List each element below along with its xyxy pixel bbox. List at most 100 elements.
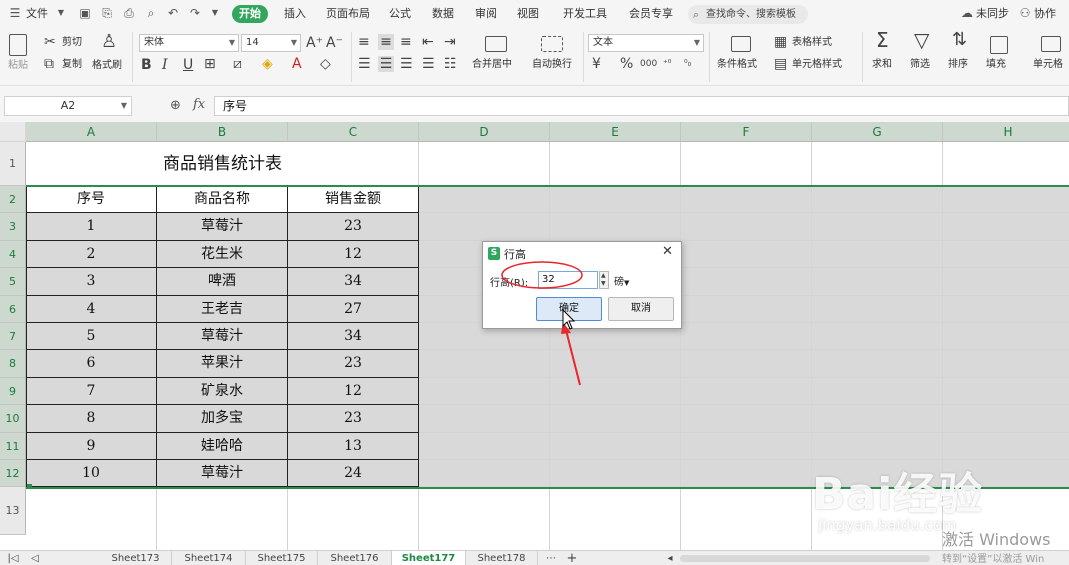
fx-icon[interactable]: fx (193, 97, 205, 112)
col-header-f[interactable]: F (681, 122, 812, 142)
sync-status[interactable]: 未同步 (976, 6, 1009, 22)
cut-button[interactable]: 剪切 (62, 36, 82, 50)
cell-b4[interactable]: 花生米 (157, 241, 288, 268)
print-icon[interactable]: ⎙ (122, 6, 136, 20)
align-middle-icon[interactable]: ≡ (378, 34, 394, 50)
col-header-b[interactable]: B (157, 122, 288, 142)
cell-h11[interactable] (943, 433, 1069, 460)
cell-g4[interactable] (812, 241, 943, 268)
font-size-select[interactable]: 14 ▼ (241, 34, 301, 52)
spin-up-icon[interactable]: ▲ (601, 272, 606, 279)
cell-e10[interactable] (550, 405, 681, 433)
cell-g11[interactable] (812, 433, 943, 460)
cell-d13[interactable] (419, 487, 550, 550)
fill-style-icon[interactable]: ⧄ (233, 56, 242, 72)
cell-style-icon[interactable]: ▤ (774, 56, 787, 72)
cell-a2[interactable]: 序号 (26, 186, 157, 213)
cell-d11[interactable] (419, 433, 550, 460)
hscroll-left-icon[interactable]: ◂ (664, 551, 676, 565)
sum-button[interactable]: 求和 (872, 58, 892, 72)
cell-g5[interactable] (812, 268, 943, 296)
cell-a9[interactable]: 7 (26, 378, 157, 405)
percent-icon[interactable]: % (620, 56, 633, 72)
ok-button[interactable]: 确定 (536, 297, 602, 321)
cell-e8[interactable] (550, 350, 681, 378)
unit-select[interactable]: 磅▼ (614, 273, 629, 288)
copy-icon[interactable]: ⧉ (44, 56, 54, 72)
row-header-8[interactable]: 8 (0, 350, 26, 378)
col-header-d[interactable]: D (419, 122, 550, 142)
cell-e3[interactable] (550, 213, 681, 241)
cell-b10[interactable]: 加多宝 (157, 405, 288, 433)
increase-decimal-icon[interactable]: ⁺⁰ (663, 56, 671, 72)
cell-a4[interactable]: 2 (26, 241, 157, 268)
file-menu[interactable]: 文件 (26, 6, 48, 22)
cell-a8[interactable]: 6 (26, 350, 157, 378)
row-header-5[interactable]: 5 (0, 268, 26, 296)
cell-a10[interactable]: 8 (26, 405, 157, 433)
cell-e1[interactable] (550, 142, 681, 186)
cell-a13[interactable] (26, 487, 157, 550)
spin-down-icon[interactable]: ▼ (601, 280, 606, 287)
cell-style-button[interactable]: 单元格样式 (792, 58, 842, 72)
cell-c8[interactable]: 23 (288, 350, 419, 378)
cell-g9[interactable] (812, 378, 943, 405)
scissors-icon[interactable]: ✂ (44, 34, 56, 50)
filter-icon[interactable]: ▽ (914, 30, 929, 50)
align-top-icon[interactable]: ≡ (358, 34, 370, 50)
sheet-tab[interactable]: Sheet174 (172, 551, 246, 565)
tab-insert[interactable]: 插入 (284, 6, 306, 22)
cell-a12[interactable]: 10 (26, 460, 157, 487)
cell-d8[interactable] (419, 350, 550, 378)
cell-c2[interactable]: 销售金额 (288, 186, 419, 213)
cell-b11[interactable]: 娃哈哈 (157, 433, 288, 460)
cell-f5[interactable] (681, 268, 812, 296)
chevron-down-icon[interactable]: ▼ (54, 6, 68, 20)
cell-d1[interactable] (419, 142, 550, 186)
cell-h9[interactable] (943, 378, 1069, 405)
cell-h7[interactable] (943, 323, 1069, 350)
tab-home[interactable]: 开始 (232, 5, 268, 23)
tab-review[interactable]: 审阅 (475, 6, 497, 22)
cell-h5[interactable] (943, 268, 1069, 296)
tab-page-layout[interactable]: 页面布局 (326, 6, 370, 22)
number-format-select[interactable]: 文本 ▼ (588, 34, 704, 52)
format-painter-button[interactable]: 格式刷 (92, 59, 122, 73)
cell-button[interactable]: 单元格 (1033, 58, 1063, 72)
row-header-12[interactable]: 12 (0, 460, 26, 487)
clear-icon[interactable]: ◇ (320, 56, 331, 72)
cell-c10[interactable]: 23 (288, 405, 419, 433)
cancel-button[interactable]: 取消 (608, 297, 674, 321)
table-style-icon[interactable]: ▦ (774, 34, 787, 50)
cell-f13[interactable] (681, 487, 812, 550)
first-sheet-icon[interactable]: |◁ (6, 551, 20, 565)
prev-sheet-icon[interactable]: ◁ (28, 551, 42, 565)
row-header-9[interactable]: 9 (0, 378, 26, 405)
cell-e9[interactable] (550, 378, 681, 405)
align-center-icon[interactable]: ☰ (378, 56, 394, 72)
sheet-tab-active[interactable]: Sheet177 (392, 551, 466, 565)
select-all-corner[interactable] (0, 122, 26, 142)
cell-h8[interactable] (943, 350, 1069, 378)
cell-d3[interactable] (419, 213, 550, 241)
row-header-2[interactable]: 2 (0, 186, 26, 213)
filter-button[interactable]: 筛选 (910, 58, 930, 72)
horizontal-scrollbar[interactable] (680, 555, 930, 562)
hamburger-menu-icon[interactable]: ☰ (8, 6, 22, 20)
indent-increase-icon[interactable]: ⇥ (444, 34, 456, 50)
fill-icon[interactable] (990, 36, 1008, 54)
bold-icon[interactable]: B (141, 57, 152, 73)
currency-icon[interactable]: ¥ (592, 56, 601, 72)
col-header-g[interactable]: G (812, 122, 943, 142)
cell-h10[interactable] (943, 405, 1069, 433)
cell-a6[interactable]: 4 (26, 296, 157, 323)
cell-h4[interactable] (943, 241, 1069, 268)
formula-input[interactable]: 序号 (214, 96, 1069, 116)
cell-b6[interactable]: 王老吉 (157, 296, 288, 323)
cell-b13[interactable] (157, 487, 288, 550)
print-preview-icon[interactable]: ⌕ (144, 6, 158, 20)
cell-a11[interactable]: 9 (26, 433, 157, 460)
col-header-c[interactable]: C (288, 122, 419, 142)
align-right-icon[interactable]: ☰ (400, 56, 413, 72)
copy-button[interactable]: 复制 (62, 58, 82, 72)
